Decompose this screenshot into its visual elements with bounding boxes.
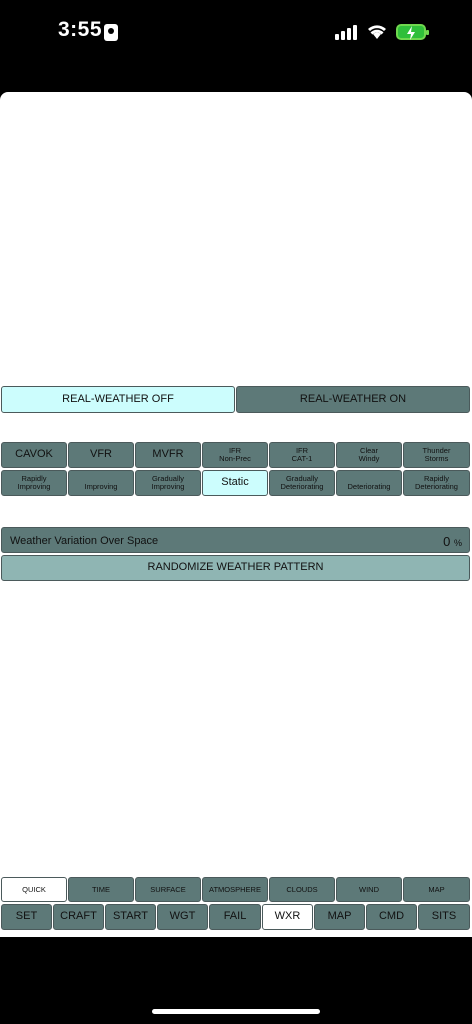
clock: 3:55 xyxy=(58,18,103,41)
variation-value: 0 % xyxy=(443,534,462,549)
nav-cmd[interactable]: CMD xyxy=(366,904,417,930)
trend-label: Deteriorating xyxy=(347,482,391,492)
trend-improving-button[interactable]: Improving xyxy=(68,470,134,496)
preset-sublabel: Non-Prec xyxy=(219,454,251,463)
randomize-weather-button[interactable]: RANDOMIZE WEATHER PATTERN xyxy=(1,555,470,581)
home-indicator[interactable] xyxy=(152,1009,320,1014)
preset-label: CAVOK xyxy=(15,448,53,461)
preset-cavok-button[interactable]: CAVOK xyxy=(1,442,67,468)
trend-sublabel: Deteriorating xyxy=(415,482,458,491)
nav-fail[interactable]: FAIL xyxy=(209,904,261,930)
tab-label: MAP xyxy=(428,884,445,894)
preset-sublabel: Storms xyxy=(424,454,449,463)
trend-gradually-deteriorating-button[interactable]: Gradually Deteriorating xyxy=(269,470,335,496)
preset-thunderstorms-button[interactable]: Thunder Storms xyxy=(403,442,470,468)
nav-label: CRAFT xyxy=(60,910,97,923)
real-weather-on-label: REAL-WEATHER ON xyxy=(299,392,407,405)
preset-label: VFR xyxy=(90,448,112,461)
tab-label: QUICK xyxy=(22,884,46,894)
preset-ifr-non-prec-button[interactable]: IFR Non-Prec xyxy=(202,442,268,468)
tab-label: TIME xyxy=(92,884,110,894)
nav-sits[interactable]: SITS xyxy=(418,904,470,930)
nav-label: WGT xyxy=(169,910,196,923)
nav-start[interactable]: START xyxy=(105,904,156,930)
trend-deteriorating-button[interactable]: Deteriorating xyxy=(336,470,402,496)
trend-static-button[interactable]: Static xyxy=(202,470,268,496)
nav-map[interactable]: MAP xyxy=(314,904,365,930)
real-weather-off-label: REAL-WEATHER OFF xyxy=(62,392,174,405)
tab-label: ATMOSPHERE xyxy=(209,884,261,894)
real-weather-on-button[interactable]: REAL-WEATHER ON xyxy=(236,386,470,413)
battery-charging-icon xyxy=(396,24,429,40)
nav-label: START xyxy=(112,910,149,923)
tab-map[interactable]: MAP xyxy=(403,877,470,902)
preset-ifr-cat1-button[interactable]: IFR CAT-1 xyxy=(269,442,335,468)
trend-label: Improving xyxy=(84,482,118,492)
weather-screen: REAL-WEATHER OFF REAL-WEATHER ON CAVOK V… xyxy=(0,92,472,937)
tab-label: CLOUDS xyxy=(286,884,318,894)
tab-atmosphere[interactable]: ATMOSPHERE xyxy=(202,877,268,902)
trend-sublabel: Improving xyxy=(151,482,185,491)
trend-label: Static xyxy=(221,476,249,489)
preset-label: MVFR xyxy=(152,448,184,461)
nav-label: SET xyxy=(15,910,38,923)
variation-label: Weather Variation Over Space xyxy=(10,535,159,547)
nav-label: MAP xyxy=(327,910,352,923)
contact-card-icon xyxy=(104,24,118,41)
nav-set[interactable]: SET xyxy=(1,904,52,930)
tab-clouds[interactable]: CLOUDS xyxy=(269,877,335,902)
tab-label: SURFACE xyxy=(150,884,186,894)
preset-mvfr-button[interactable]: MVFR xyxy=(135,442,201,468)
trend-rapidly-deteriorating-button[interactable]: Rapidly Deteriorating xyxy=(403,470,470,496)
trend-sublabel: Improving xyxy=(17,482,51,491)
cellular-signal-icon xyxy=(335,25,359,40)
nav-label: SITS xyxy=(431,910,457,923)
randomize-label: RANDOMIZE WEATHER PATTERN xyxy=(147,561,324,574)
status-bar: 3:55 xyxy=(0,0,472,92)
nav-label: CMD xyxy=(378,910,405,923)
weather-variation-slider[interactable]: Weather Variation Over Space 0 % xyxy=(1,527,470,553)
preset-sublabel: Windy xyxy=(358,454,380,463)
nav-wxr[interactable]: WXR xyxy=(262,904,313,930)
tab-wind[interactable]: WIND xyxy=(336,877,402,902)
preset-vfr-button[interactable]: VFR xyxy=(68,442,134,468)
tab-quick[interactable]: QUICK xyxy=(1,877,67,902)
nav-label: WXR xyxy=(274,910,301,923)
nav-craft[interactable]: CRAFT xyxy=(53,904,104,930)
trend-sublabel: Deteriorating xyxy=(280,482,324,491)
nav-wgt[interactable]: WGT xyxy=(157,904,208,930)
tab-surface[interactable]: SURFACE xyxy=(135,877,201,902)
trend-gradually-improving-button[interactable]: Gradually Improving xyxy=(135,470,201,496)
tab-time[interactable]: TIME xyxy=(68,877,134,902)
nav-label: FAIL xyxy=(223,910,247,923)
trend-rapidly-improving-button[interactable]: Rapidly Improving xyxy=(1,470,67,496)
tab-label: WIND xyxy=(359,884,379,894)
wifi-icon xyxy=(368,25,386,39)
real-weather-off-button[interactable]: REAL-WEATHER OFF xyxy=(1,386,235,413)
preset-clear-windy-button[interactable]: Clear Windy xyxy=(336,442,402,468)
preset-sublabel: CAT-1 xyxy=(291,454,313,463)
